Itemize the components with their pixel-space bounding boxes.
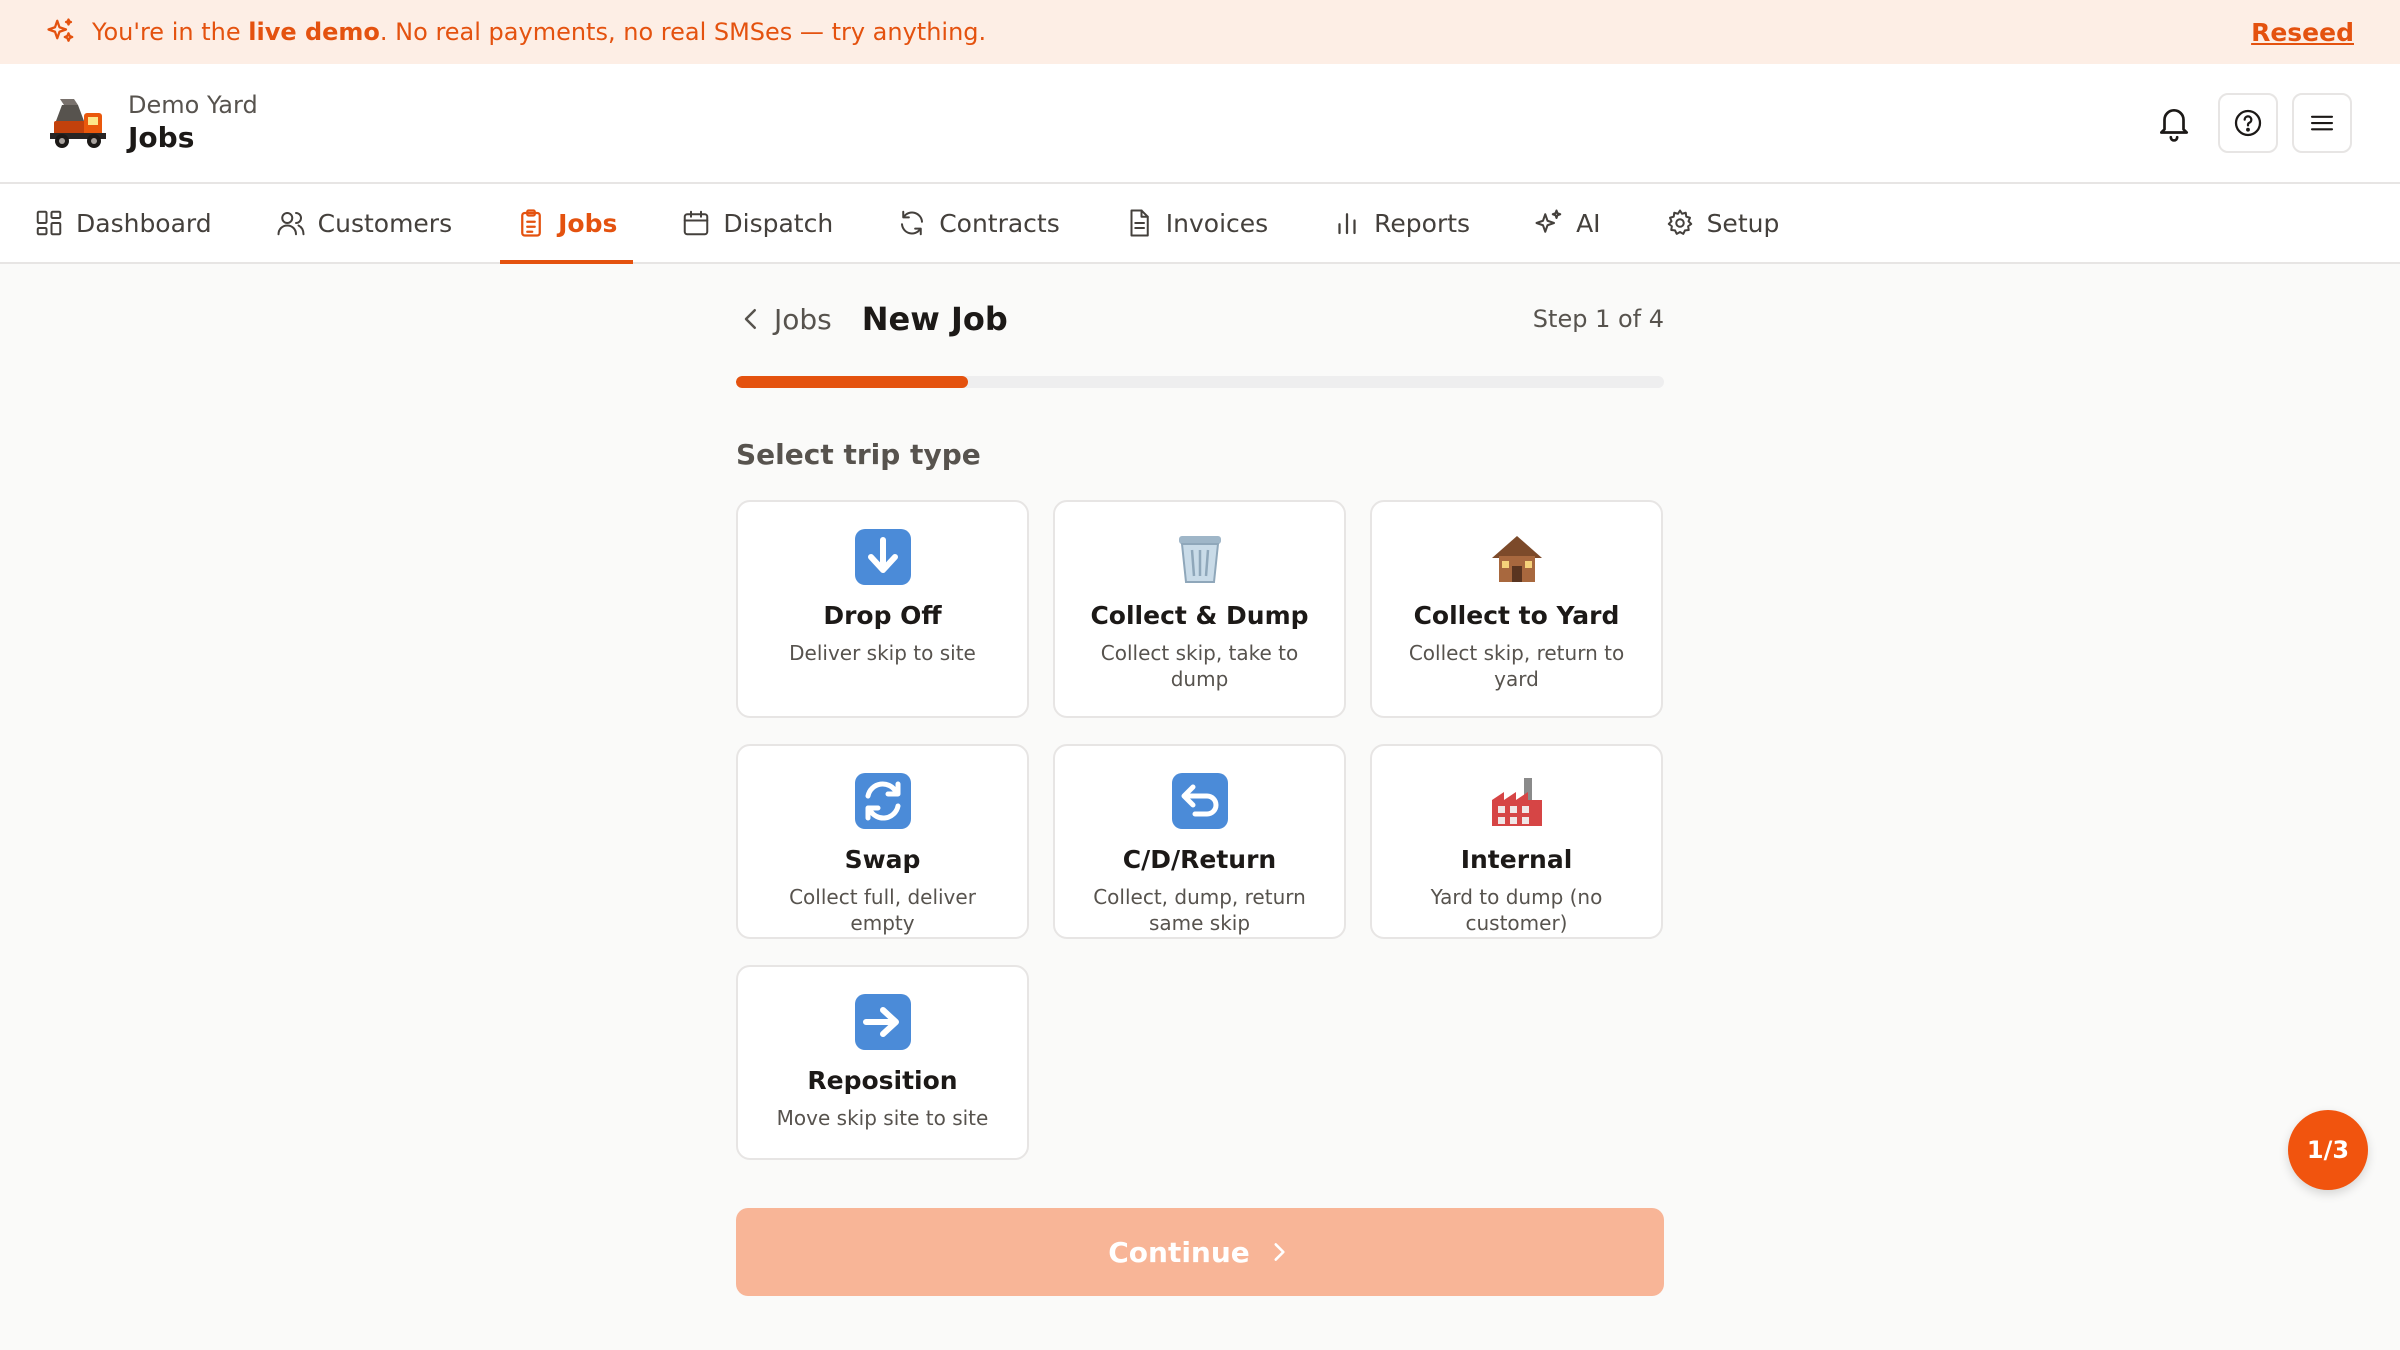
trip-type-grid: Drop Off Deliver skip to site Collect & … <box>736 500 1664 1160</box>
return-arrow-icon <box>1171 773 1228 829</box>
trip-type-name: Internal <box>1460 845 1573 874</box>
tab-jobs[interactable]: Jobs <box>500 184 634 264</box>
reseed-link[interactable]: Reseed <box>2251 18 2354 47</box>
factory-icon <box>1491 778 1542 826</box>
house-icon <box>1491 536 1542 582</box>
trip-type-name: Collect to Yard <box>1413 601 1620 630</box>
trip-type-description: Deliver skip to site <box>789 641 976 665</box>
trip-type-name: Collect & Dump <box>1090 601 1309 630</box>
tab-customers[interactable]: Customers <box>260 184 468 262</box>
trip-type-description: Yard to dump (no customer) <box>1430 885 1603 935</box>
trip-type-name: Swap <box>844 845 921 874</box>
header-title: Jobs <box>128 121 195 154</box>
help-button[interactable] <box>2218 93 2278 153</box>
notifications-button[interactable] <box>2144 93 2204 153</box>
menu-button[interactable] <box>2292 93 2352 153</box>
step-indicator: Step 1 of 4 <box>1532 305 1664 333</box>
arrow-down-icon <box>854 529 911 585</box>
tab-reports[interactable]: Reports <box>1316 184 1486 262</box>
banner-message: You're in the live demo. No real payment… <box>92 18 987 46</box>
trip-type-cd-return[interactable]: C/D/Return Collect, dump, return same sk… <box>1053 744 1346 939</box>
continue-button[interactable]: Continue <box>736 1208 1664 1296</box>
swap-arrows-icon <box>854 773 911 829</box>
trip-type-name: C/D/Return <box>1122 845 1277 874</box>
trip-type-description: Collect skip, take to dump <box>1100 641 1299 691</box>
users-icon <box>277 212 305 236</box>
chevron-left-icon <box>744 309 756 329</box>
trip-type-collect-dump[interactable]: Collect & Dump Collect skip, take to dum… <box>1053 500 1346 718</box>
wastebasket-icon <box>1178 536 1221 583</box>
calendar-icon <box>684 210 709 236</box>
dashboard-icon <box>36 210 62 236</box>
trip-type-description: Collect, dump, return same skip <box>1093 885 1306 935</box>
wizard-progress-fill <box>736 376 968 388</box>
app-header: Demo Yard Jobs <box>0 64 2400 184</box>
bell-icon <box>2159 108 2189 142</box>
help-circle-icon <box>2234 109 2262 137</box>
trip-type-internal[interactable]: Internal Yard to dump (no customer) <box>1370 744 1663 939</box>
clipboard-icon <box>521 209 541 237</box>
org-name: Demo Yard <box>128 91 258 119</box>
section-heading: Select trip type <box>736 438 981 471</box>
trip-type-swap[interactable]: Swap Collect full, deliver empty <box>736 744 1029 939</box>
wizard-progress-bar <box>736 376 1664 388</box>
hamburger-menu-icon <box>2310 115 2334 131</box>
tab-invoices[interactable]: Invoices <box>1108 184 1284 262</box>
trip-type-description: Collect skip, return to yard <box>1408 641 1625 691</box>
tab-contracts[interactable]: Contracts <box>881 184 1076 262</box>
page-title: New Job <box>861 300 1008 338</box>
gear-icon <box>1667 209 1692 235</box>
tab-dashboard[interactable]: Dashboard <box>18 184 228 262</box>
trip-type-description: Collect full, deliver empty <box>789 885 976 935</box>
trip-type-collect-to-yard[interactable]: Collect to Yard Collect skip, return to … <box>1370 500 1663 718</box>
document-icon <box>1130 209 1149 237</box>
tab-ai[interactable]: AI <box>1518 184 1616 262</box>
bar-chart-icon <box>1338 213 1356 235</box>
tour-progress-button[interactable]: 1/3 <box>2288 1110 2368 1190</box>
trip-type-description: Move skip site to site <box>776 1106 989 1130</box>
main-nav: Dashboard Customers Jobs Dispatch Contra… <box>0 184 2400 264</box>
tab-dispatch[interactable]: Dispatch <box>665 184 849 262</box>
back-to-jobs-link[interactable]: Jobs <box>736 303 832 336</box>
trip-type-name: Reposition <box>807 1066 958 1095</box>
chevron-right-icon <box>1274 1243 1285 1261</box>
truck-logo-icon <box>50 99 106 148</box>
tab-setup[interactable]: Setup <box>1649 184 1796 262</box>
trip-type-reposition[interactable]: Reposition Move skip site to site <box>736 965 1029 1160</box>
arrow-right-icon <box>854 994 911 1050</box>
sparkles-icon <box>47 18 74 42</box>
trip-type-name: Drop Off <box>823 601 942 630</box>
demo-banner: You're in the live demo. No real payment… <box>0 0 2400 64</box>
sparkles-icon <box>1535 209 1562 233</box>
refresh-icon <box>901 210 924 236</box>
trip-type-drop-off[interactable]: Drop Off Deliver skip to site <box>736 500 1029 718</box>
page-header-row: Jobs New Job Step 1 of 4 <box>736 294 1664 344</box>
